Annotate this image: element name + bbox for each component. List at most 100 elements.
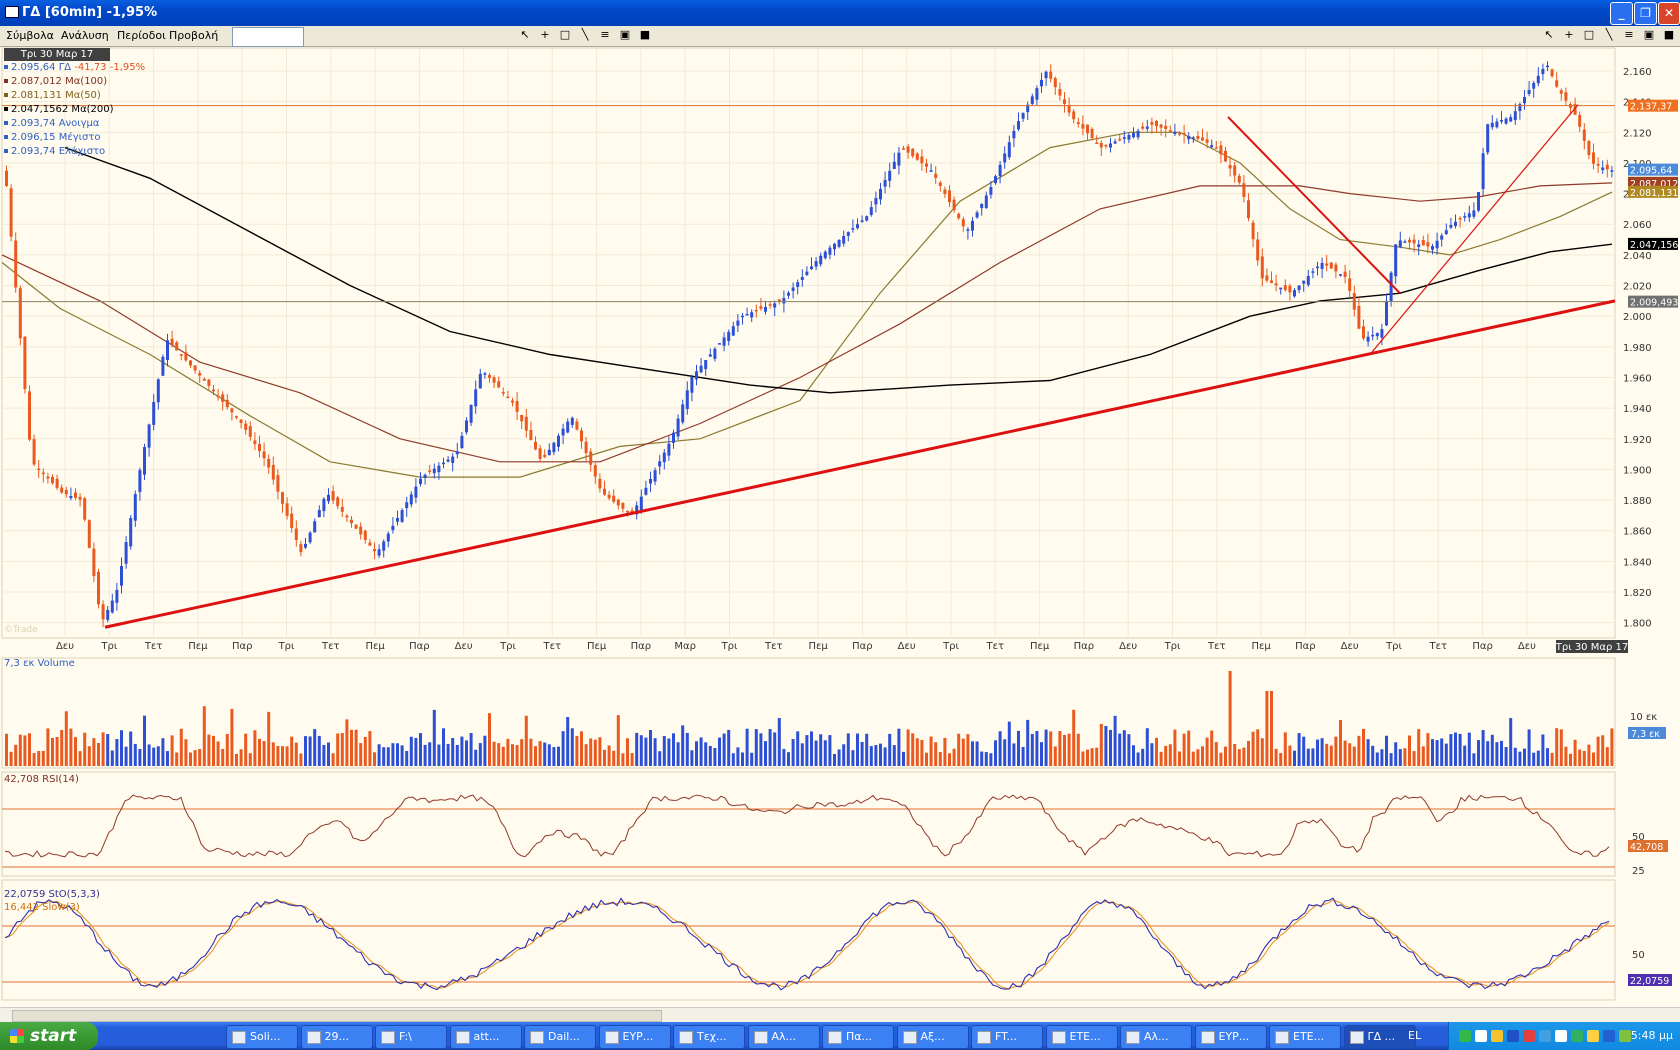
candle-body bbox=[1536, 75, 1540, 84]
taskbar-item[interactable]: FT... bbox=[971, 1025, 1043, 1049]
rectangle-tool-icon-right[interactable]: □ bbox=[1582, 28, 1596, 42]
taskbar-item[interactable]: ΓΔ ... bbox=[1343, 1025, 1416, 1049]
candle-body bbox=[1132, 132, 1135, 138]
save-icon[interactable]: ■ bbox=[638, 28, 652, 42]
save-icon-right[interactable]: ■ bbox=[1662, 28, 1676, 42]
candle-body bbox=[1104, 145, 1108, 147]
candle-body bbox=[51, 476, 54, 484]
candle-body bbox=[368, 542, 372, 546]
window-icon bbox=[1126, 1030, 1140, 1044]
volume-bar bbox=[488, 713, 491, 766]
pointer-tool-icon[interactable]: ↖ bbox=[518, 28, 532, 42]
volume-bar bbox=[616, 715, 620, 766]
taskbar-item[interactable]: Πα... bbox=[822, 1025, 894, 1049]
candle-body bbox=[267, 458, 271, 468]
volume-bar bbox=[9, 751, 13, 766]
symbol-input[interactable] bbox=[232, 27, 304, 47]
minimize-button[interactable]: _ bbox=[1610, 2, 1633, 25]
menu-periods[interactable]: Περίοδοι bbox=[117, 29, 166, 42]
volume-bar bbox=[419, 733, 422, 766]
candle-body bbox=[980, 203, 984, 209]
crosshair-tool-icon[interactable]: + bbox=[538, 28, 552, 42]
taskbar-item[interactable]: Αλ... bbox=[1120, 1025, 1192, 1049]
candle-body bbox=[212, 389, 215, 392]
volume-bar bbox=[593, 739, 597, 766]
tray-app-icon[interactable] bbox=[1555, 1030, 1567, 1042]
scrollbar-thumb[interactable] bbox=[12, 1010, 662, 1022]
volume-bar bbox=[543, 742, 547, 766]
tray-app-icon[interactable] bbox=[1619, 1030, 1631, 1042]
chart-svg[interactable]: 2.1602.1402.1202.1002.0802.0602.0402.020… bbox=[0, 46, 1680, 1007]
candle-body bbox=[350, 519, 353, 524]
volume-bar bbox=[1191, 751, 1195, 766]
pointer-tool-icon-right[interactable]: ↖ bbox=[1542, 28, 1556, 42]
window-icon bbox=[1275, 1030, 1289, 1044]
candle-body bbox=[198, 372, 202, 376]
taskbar-item[interactable]: ΕΥΡ... bbox=[1194, 1025, 1267, 1049]
window-title-bar[interactable]: ΓΔ [60min] -1,95% _ ❐ ✕ bbox=[0, 0, 1680, 26]
taskbar-item[interactable]: Dail... bbox=[524, 1025, 596, 1049]
tray-app-icon[interactable] bbox=[1507, 1030, 1519, 1042]
crosshair-tool-icon-right[interactable]: + bbox=[1562, 28, 1576, 42]
hlines-tool-icon[interactable]: ≡ bbox=[598, 28, 612, 42]
volume-bar bbox=[262, 741, 266, 766]
window-icon bbox=[902, 1030, 917, 1044]
x-tick-label: Δευ bbox=[455, 641, 473, 652]
tray-app-icon[interactable] bbox=[1491, 1030, 1503, 1042]
volume-bar bbox=[60, 729, 64, 766]
candle-body bbox=[1472, 210, 1476, 217]
candle-body bbox=[1435, 240, 1439, 249]
volume-bar bbox=[897, 728, 901, 766]
tray-app-icon[interactable] bbox=[1459, 1030, 1471, 1042]
chart-tool-icon-right[interactable]: ▣ bbox=[1642, 28, 1656, 42]
tray-app-icon[interactable] bbox=[1523, 1030, 1535, 1042]
candle-body bbox=[796, 282, 800, 287]
menu-analysis[interactable]: Ανάλυση bbox=[61, 29, 109, 42]
tray-app-icon[interactable] bbox=[1475, 1030, 1487, 1042]
taskbar-item[interactable]: Αξ... bbox=[896, 1025, 969, 1049]
volume-bar bbox=[460, 736, 464, 766]
tray-app-icon[interactable] bbox=[1587, 1030, 1599, 1042]
volume-bar bbox=[874, 745, 878, 766]
candle-body bbox=[386, 533, 390, 542]
taskbar-item[interactable]: Τεχ... bbox=[673, 1025, 745, 1049]
close-button[interactable]: ✕ bbox=[1658, 2, 1680, 25]
taskbar-item[interactable]: Soli... bbox=[226, 1025, 298, 1049]
candle bbox=[1481, 147, 1485, 196]
last-date-label: Τρι 30 Μαρ 17 bbox=[1555, 642, 1628, 653]
chart-tool-icon[interactable]: ▣ bbox=[618, 28, 632, 42]
taskbar-item[interactable]: ΕΤΕ... bbox=[1045, 1025, 1118, 1049]
volume-bar bbox=[883, 747, 887, 766]
maximize-button[interactable]: ❐ bbox=[1634, 2, 1657, 25]
taskbar-item[interactable]: Αλ... bbox=[747, 1025, 820, 1049]
volume-bar bbox=[55, 736, 59, 766]
candle-body bbox=[1329, 262, 1333, 269]
slow-legend: 16,442 Slow(3) bbox=[4, 902, 80, 913]
taskbar-item[interactable]: att... bbox=[449, 1025, 522, 1049]
candle-body bbox=[1040, 79, 1043, 87]
line-tool-icon[interactable]: ╲ bbox=[578, 28, 592, 42]
language-indicator[interactable]: EL bbox=[1408, 1029, 1421, 1042]
candle-body bbox=[225, 399, 229, 408]
taskbar-item[interactable]: ΕΥΡ... bbox=[598, 1025, 671, 1049]
menu-symbols[interactable]: Σύμβολα bbox=[6, 29, 54, 42]
volume-bar bbox=[1389, 753, 1393, 766]
candle-body bbox=[685, 390, 689, 410]
start-button[interactable]: start bbox=[0, 1022, 98, 1050]
hlines-tool-icon-right[interactable]: ≡ bbox=[1622, 28, 1636, 42]
rectangle-tool-icon[interactable]: □ bbox=[558, 28, 572, 42]
chart-area[interactable]: 2.1602.1402.1202.1002.0802.0602.0402.020… bbox=[0, 46, 1680, 1007]
taskbar-item[interactable]: 29... bbox=[300, 1025, 373, 1049]
taskbar-item[interactable]: ΕΤΕ... bbox=[1269, 1025, 1341, 1049]
tray-app-icon[interactable] bbox=[1539, 1030, 1551, 1042]
taskbar-item[interactable]: F:\ bbox=[375, 1025, 447, 1049]
menu-view[interactable]: Προβολή bbox=[169, 29, 218, 42]
horizontal-scrollbar[interactable] bbox=[0, 1007, 1680, 1023]
volume-bar bbox=[87, 746, 91, 766]
line-tool-icon-right[interactable]: ╲ bbox=[1602, 28, 1616, 42]
tray-app-icon[interactable] bbox=[1603, 1030, 1615, 1042]
candle-body bbox=[621, 502, 625, 509]
tray-app-icon[interactable] bbox=[1571, 1030, 1583, 1042]
volume-bar bbox=[1339, 719, 1342, 766]
volume-bar bbox=[32, 753, 36, 766]
